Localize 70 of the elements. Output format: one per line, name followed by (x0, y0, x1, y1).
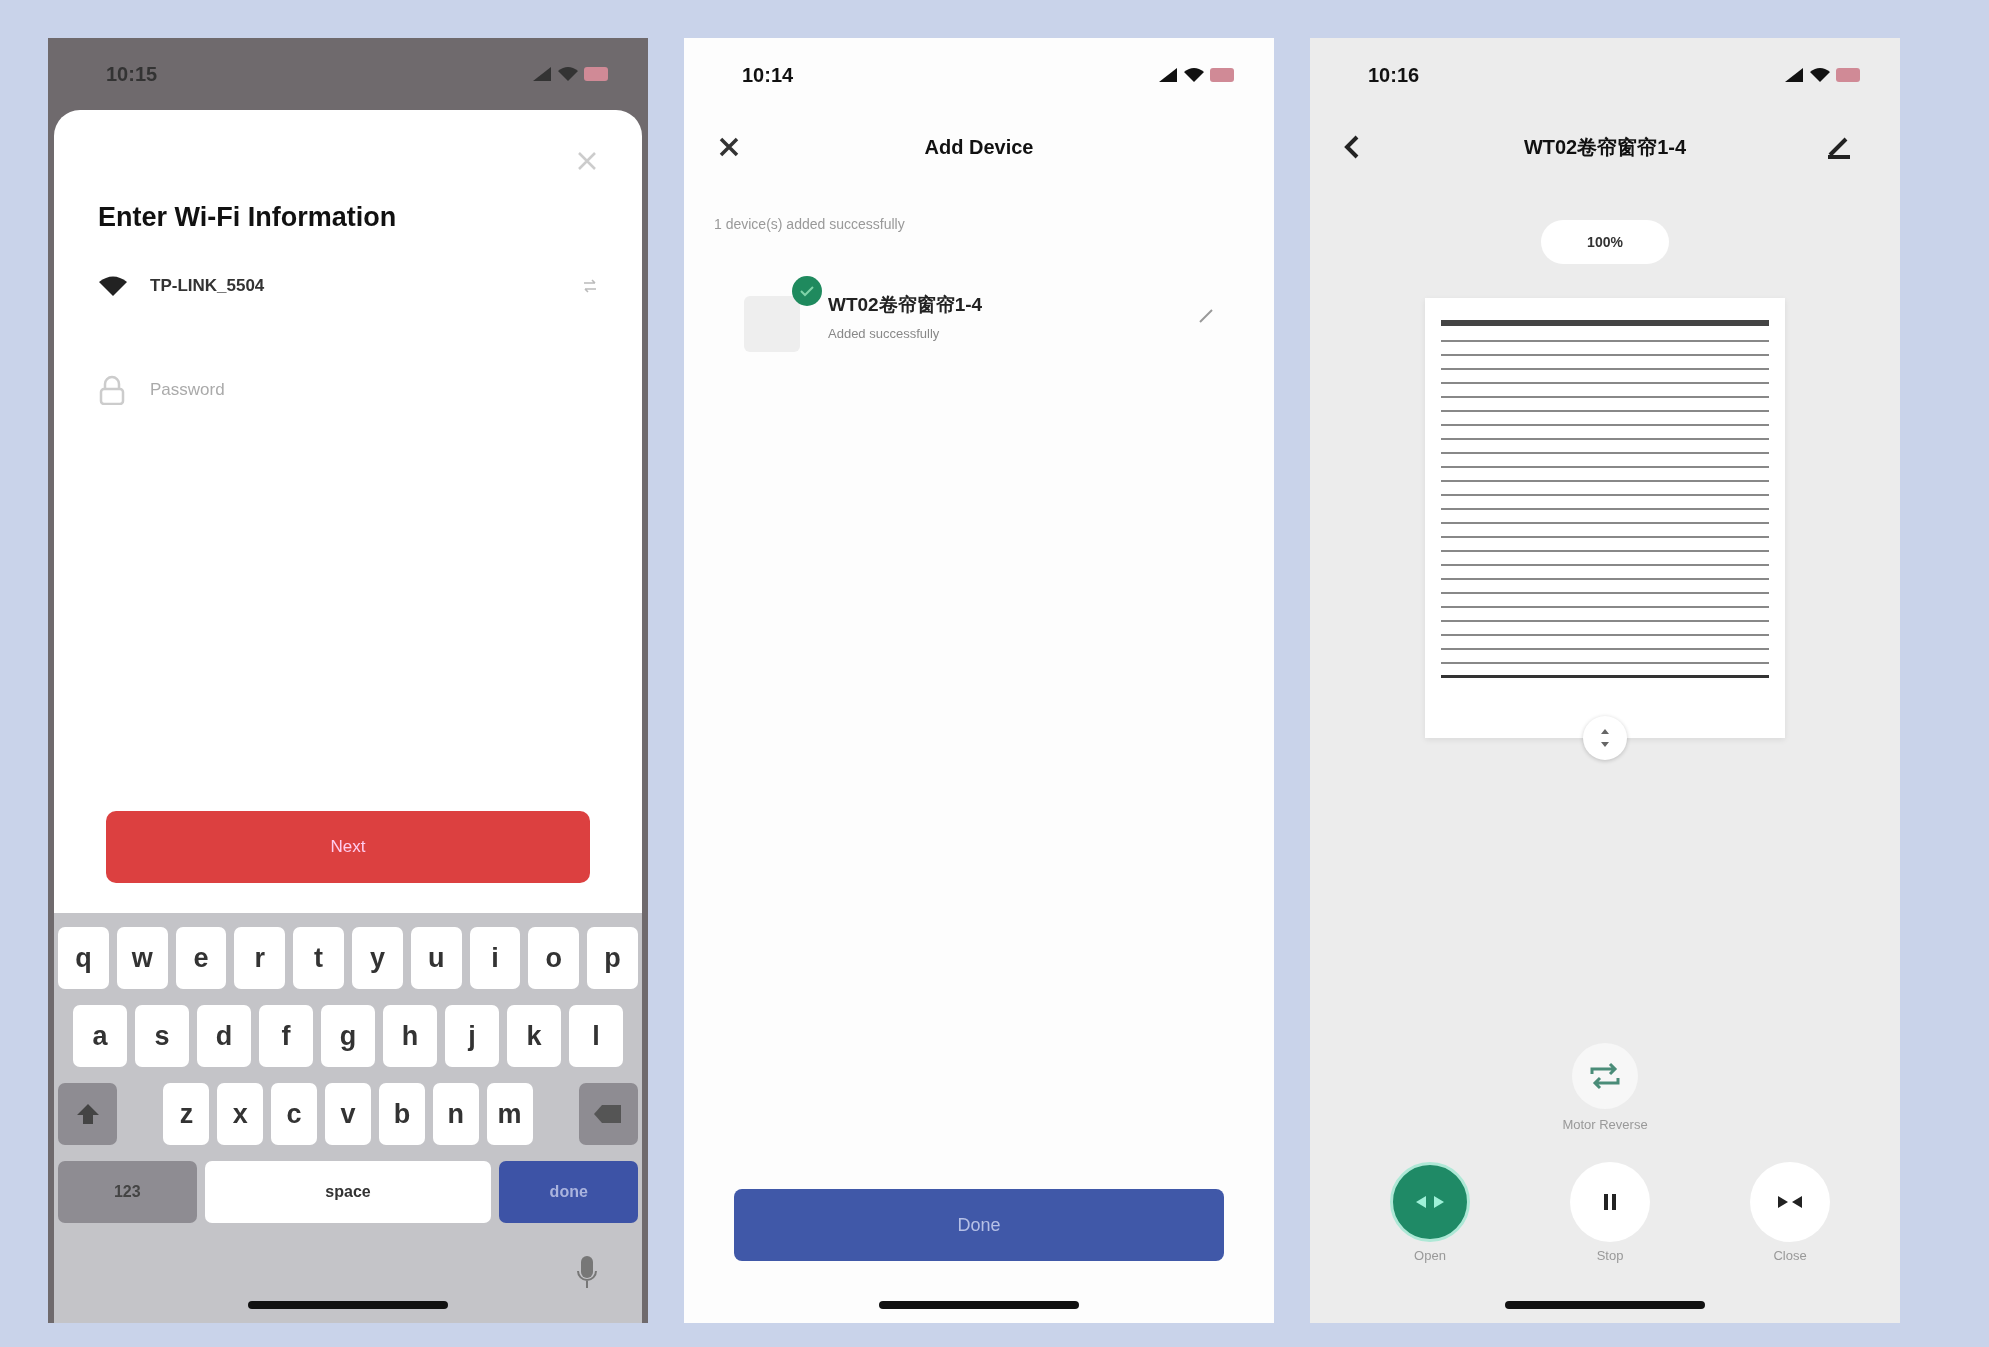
shift-key[interactable] (58, 1083, 118, 1145)
wifi-icon (1184, 67, 1204, 83)
screen-title: WT02卷帘窗帘1-4 (1523, 134, 1687, 160)
status-time: 10:14 (742, 63, 794, 87)
wifi-icon (1810, 67, 1830, 83)
wifi-icon (98, 275, 128, 297)
keyboard-key[interactable]: t (293, 927, 344, 989)
keyboard-key[interactable]: i (469, 927, 521, 989)
keyboard-key[interactable]: o (528, 927, 580, 989)
signal-icon (1784, 67, 1804, 83)
edit-icon[interactable] (1826, 135, 1852, 159)
signal-icon (532, 66, 552, 82)
keyboard-key[interactable]: l (569, 1005, 623, 1067)
drag-handle[interactable] (1583, 716, 1627, 760)
keyboard-key[interactable]: n (432, 1083, 479, 1145)
lock-icon (98, 375, 126, 405)
battery-icon (1210, 68, 1234, 82)
keyboard-key[interactable]: p (587, 927, 638, 989)
keyboard-key[interactable]: k (507, 1005, 561, 1067)
network-name: TP-LINK_5504 (150, 276, 266, 296)
keyboard-key[interactable]: d (197, 1005, 251, 1067)
keyboard-key[interactable]: q (58, 927, 109, 989)
tick-icon (800, 285, 814, 297)
close-icon[interactable] (718, 136, 740, 158)
delete-icon (593, 1103, 624, 1125)
battery-icon (1836, 68, 1860, 82)
up-down-icon (1600, 728, 1610, 748)
device-name: WT02卷帘窗帘1-4 (828, 292, 984, 317)
keyboard-key[interactable]: u (410, 927, 462, 989)
wifi-icon (558, 66, 578, 82)
control-label: Stop (1596, 1248, 1624, 1263)
status-time: 10:16 (1368, 63, 1420, 87)
keyboard-key[interactable]: s (135, 1005, 189, 1067)
keyboard-key[interactable]: g (321, 1005, 375, 1067)
position-readout: 100% (1541, 220, 1669, 264)
sheet-title: Enter Wi-Fi Information (98, 202, 398, 233)
back-icon[interactable] (1344, 135, 1360, 159)
reverse-label: Motor Reverse (1562, 1117, 1648, 1132)
keyboard-key[interactable]: a (73, 1005, 127, 1067)
close-arrows-icon (1775, 1195, 1805, 1209)
control-label: Open (1414, 1248, 1446, 1263)
password-field[interactable]: Password (148, 379, 598, 401)
summary-text: 1 device(s) added successfully (714, 216, 906, 232)
keyboard-key[interactable]: e (175, 927, 227, 989)
keyboard-key[interactable]: x (217, 1083, 264, 1145)
keyboard-key[interactable]: m (486, 1083, 533, 1145)
microphone-icon[interactable] (576, 1255, 598, 1289)
keyboard-key[interactable]: h (383, 1005, 437, 1067)
battery-icon (584, 67, 608, 81)
device-status: Added successfully (828, 325, 941, 341)
keyboard-key[interactable]: b (378, 1083, 425, 1145)
keyboard-key[interactable]: w (116, 927, 168, 989)
keyboard-key[interactable]: j (445, 1005, 499, 1067)
keyboard-key[interactable]: f (259, 1005, 313, 1067)
status-time: 10:15 (106, 62, 158, 86)
keyboard-key[interactable]: z (163, 1083, 210, 1145)
keyboard-key[interactable]: c (271, 1083, 318, 1145)
screen-title: Add Device (924, 135, 1034, 159)
keyboard-key[interactable]: r (234, 927, 286, 989)
control-label: Close (1773, 1248, 1807, 1263)
keyboard-key[interactable]: v (325, 1083, 371, 1145)
swap-arrows-icon (1588, 1061, 1622, 1091)
signal-icon (1158, 67, 1178, 83)
keyboard-key[interactable]: y (352, 927, 403, 989)
pause-icon (1602, 1193, 1618, 1211)
done-button[interactable]: Done (734, 1189, 1224, 1261)
delete-key[interactable] (578, 1083, 638, 1145)
space-key[interactable]: space (204, 1161, 492, 1223)
open-arrows-icon (1415, 1195, 1445, 1209)
swap-icon[interactable] (582, 279, 598, 293)
